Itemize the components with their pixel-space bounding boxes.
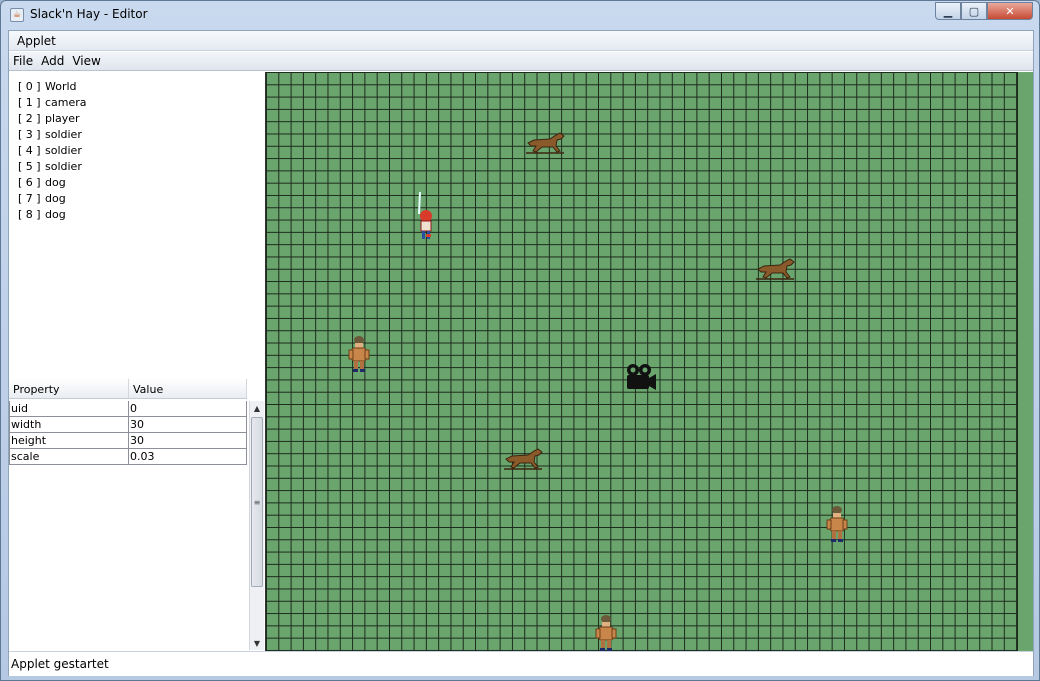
status-bar: Applet gestartet — [9, 651, 1033, 676]
camera-icon[interactable] — [624, 362, 658, 394]
dog-icon[interactable] — [754, 255, 796, 283]
tree-item-label: dog — [45, 207, 66, 221]
tree-item-label: dog — [45, 175, 66, 189]
editor-window: ☕ Slack'n Hay - Editor ▁ ▢ ✕ Applet File… — [0, 0, 1040, 681]
tree-item-index: [ 0 ] — [18, 79, 41, 93]
table-row[interactable]: scale 0.03 — [9, 449, 247, 465]
window-title: Slack'n Hay - Editor — [30, 7, 148, 21]
tree-item-soldier[interactable]: [ 5 ] soldier — [18, 158, 264, 174]
applet-menubar: Applet — [9, 31, 1033, 51]
tree-item-index: [ 6 ] — [18, 175, 41, 189]
client-area: Applet File Add View [ 0 ] World [ 1 ] cam… — [8, 30, 1034, 676]
property-value[interactable]: 0 — [129, 401, 247, 416]
tree-item-index: [ 2 ] — [18, 111, 41, 125]
soldier-icon[interactable] — [594, 613, 618, 651]
tree-item-dog[interactable]: [ 6 ] dog — [18, 174, 264, 190]
title-bar: ☕ Slack'n Hay - Editor ▁ ▢ ✕ — [1, 1, 1039, 29]
scroll-thumb[interactable]: ≡ — [251, 417, 263, 587]
entity-tree: [ 0 ] World [ 1 ] camera [ 2 ] player [ 3 ]… — [9, 72, 264, 377]
tree-item-label: soldier — [45, 143, 82, 157]
soldier-icon[interactable] — [825, 504, 849, 544]
tree-item-camera[interactable]: [ 1 ] camera — [18, 94, 264, 110]
tree-item-player[interactable]: [ 2 ] player — [18, 110, 264, 126]
column-header-property[interactable]: Property — [9, 379, 129, 398]
editor-menubar: File Add View — [9, 52, 1033, 71]
world-canvas[interactable] — [265, 72, 1033, 651]
property-table-header: Property Value — [9, 379, 247, 399]
table-row[interactable]: width 30 — [9, 417, 247, 433]
tree-item-dog[interactable]: [ 8 ] dog — [18, 206, 264, 222]
close-icon[interactable]: ✕ — [987, 2, 1033, 20]
scroll-up-icon[interactable]: ▲ — [250, 401, 264, 415]
tree-item-label: World — [45, 79, 77, 93]
player-icon[interactable] — [414, 190, 436, 242]
tree-item-index: [ 1 ] — [18, 95, 41, 109]
tree-item-soldier[interactable]: [ 4 ] soldier — [18, 142, 264, 158]
property-name: uid — [9, 401, 129, 416]
property-value[interactable]: 30 — [129, 433, 247, 448]
property-name: width — [9, 417, 129, 432]
tree-item-index: [ 4 ] — [18, 143, 41, 157]
property-scrollbar[interactable]: ▲ ≡ ▼ — [249, 401, 264, 650]
menu-applet[interactable]: Applet — [17, 34, 56, 48]
tree-item-label: dog — [45, 191, 66, 205]
tree-item-dog[interactable]: [ 7 ] dog — [18, 190, 264, 206]
menu-add[interactable]: Add — [41, 54, 64, 68]
soldier-icon[interactable] — [347, 334, 371, 374]
menu-file[interactable]: File — [13, 54, 33, 68]
property-name: scale — [9, 449, 129, 464]
property-value[interactable]: 0.03 — [129, 449, 247, 464]
table-row[interactable]: height 30 — [9, 433, 247, 449]
tree-item-index: [ 8 ] — [18, 207, 41, 221]
tree-item-label: camera — [45, 95, 87, 109]
tree-item-world[interactable]: [ 0 ] World — [18, 78, 264, 94]
scroll-down-icon[interactable]: ▼ — [250, 636, 264, 650]
app-icon: ☕ — [10, 8, 24, 22]
property-rows: uid 0 width 30 height 30 scale 0.03 — [9, 401, 247, 465]
tree-item-label: soldier — [45, 159, 82, 173]
minimize-icon[interactable]: ▁ — [935, 2, 961, 20]
property-value[interactable]: 30 — [129, 417, 247, 432]
property-table: Property Value uid 0 width 30 height 30 … — [9, 379, 264, 650]
tree-item-index: [ 3 ] — [18, 127, 41, 141]
table-row[interactable]: uid 0 — [9, 401, 247, 417]
tree-item-index: [ 7 ] — [18, 191, 41, 205]
property-name: height — [9, 433, 129, 448]
dog-icon[interactable] — [502, 445, 544, 473]
status-text: Applet gestartet — [11, 657, 109, 671]
dog-icon[interactable] — [524, 129, 566, 157]
maximize-icon[interactable]: ▢ — [961, 2, 987, 20]
tree-item-label: player — [45, 111, 80, 125]
column-header-value[interactable]: Value — [129, 379, 247, 398]
tree-item-label: soldier — [45, 127, 82, 141]
tree-item-index: [ 5 ] — [18, 159, 41, 173]
tree-item-soldier[interactable]: [ 3 ] soldier — [18, 126, 264, 142]
menu-view[interactable]: View — [72, 54, 100, 68]
window-controls: ▁ ▢ ✕ — [935, 2, 1033, 20]
